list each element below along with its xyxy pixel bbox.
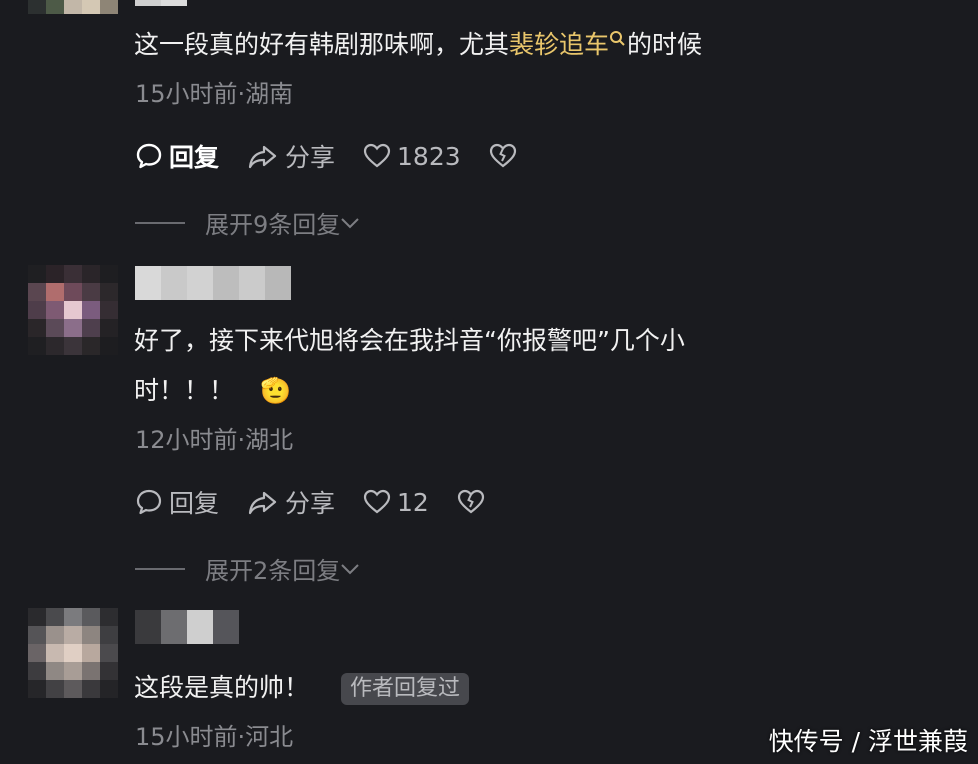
avatar[interactable]	[28, 265, 118, 355]
comment-bubble-icon	[136, 143, 162, 169]
expand-replies-label: 展开2条回复	[205, 557, 341, 585]
dislike-button[interactable]	[457, 489, 491, 515]
like-button[interactable]: 1823	[363, 142, 461, 171]
broken-heart-icon	[489, 143, 516, 168]
comment-text-line: 好了，接下来代旭将会在我抖音“你报警吧”几个小	[134, 326, 685, 355]
divider	[135, 221, 185, 224]
search-keyword-text: 裴轸追车	[509, 30, 610, 59]
comment-actions: 回复 分享 1823	[135, 136, 551, 176]
reply-label: 回复	[169, 143, 220, 172]
share-label: 分享	[285, 489, 336, 518]
reply-label: 回复	[169, 489, 220, 518]
share-arrow-icon	[248, 145, 277, 169]
expand-replies-button[interactable]: 展开2条回复	[135, 551, 360, 586]
share-button[interactable]: 分享	[247, 138, 335, 174]
avatar[interactable]	[28, 0, 118, 50]
author-replied-badge: 作者回复过	[341, 673, 470, 705]
share-arrow-icon	[248, 491, 277, 515]
comment-meta: 12小时前·湖北	[135, 426, 294, 454]
username[interactable]	[135, 610, 239, 644]
like-count: 1823	[397, 141, 461, 171]
chevron-down-icon	[341, 563, 359, 574]
comment-meta: 15小时前·湖南	[135, 80, 294, 108]
expand-replies-label: 展开9条回复	[205, 211, 341, 239]
comment-text-part: 这段是真的帅！	[134, 673, 310, 702]
comment-text-part: 的时候	[627, 30, 703, 59]
reply-button[interactable]: 回复	[135, 484, 219, 520]
heart-icon	[363, 143, 391, 168]
heart-icon	[363, 489, 391, 514]
comment-text: 这一段真的好有韩剧那味啊，尤其裴轸追车 的时候	[134, 20, 702, 70]
watermark: 快传号 / 浮世兼葭	[768, 727, 968, 756]
comment-bubble-icon	[136, 489, 162, 515]
share-button[interactable]: 分享	[247, 484, 335, 520]
comment-text: 好了，接下来代旭将会在我抖音“你报警吧”几个小 时！！！ 🫡	[134, 316, 685, 416]
username[interactable]	[135, 0, 187, 6]
username[interactable]	[135, 266, 291, 300]
expand-replies-button[interactable]: 展开9条回复	[135, 205, 360, 240]
share-label: 分享	[285, 143, 336, 172]
dislike-button[interactable]	[489, 143, 523, 169]
avatar[interactable]	[28, 608, 118, 698]
comment-text-part: 这一段真的好有韩剧那味啊，尤其	[134, 30, 510, 59]
comment-text-part: 时！！！	[134, 376, 235, 405]
like-count: 12	[397, 487, 429, 517]
like-button[interactable]: 12	[363, 488, 429, 517]
salute-emoji: 🫡	[260, 376, 292, 405]
reply-button[interactable]: 回复	[135, 138, 219, 174]
chevron-down-icon	[341, 217, 359, 228]
comment-actions: 回复 分享 12	[135, 482, 519, 522]
broken-heart-icon	[457, 489, 484, 514]
search-keyword-link[interactable]: 裴轸追车	[509, 30, 627, 59]
search-icon	[610, 31, 625, 46]
divider	[135, 567, 185, 570]
comment-meta: 15小时前·河北	[135, 723, 294, 751]
comment-text-line: 时！！！ 🫡	[134, 366, 685, 416]
comment-text: 这段是真的帅！ 作者回复过	[134, 663, 470, 713]
